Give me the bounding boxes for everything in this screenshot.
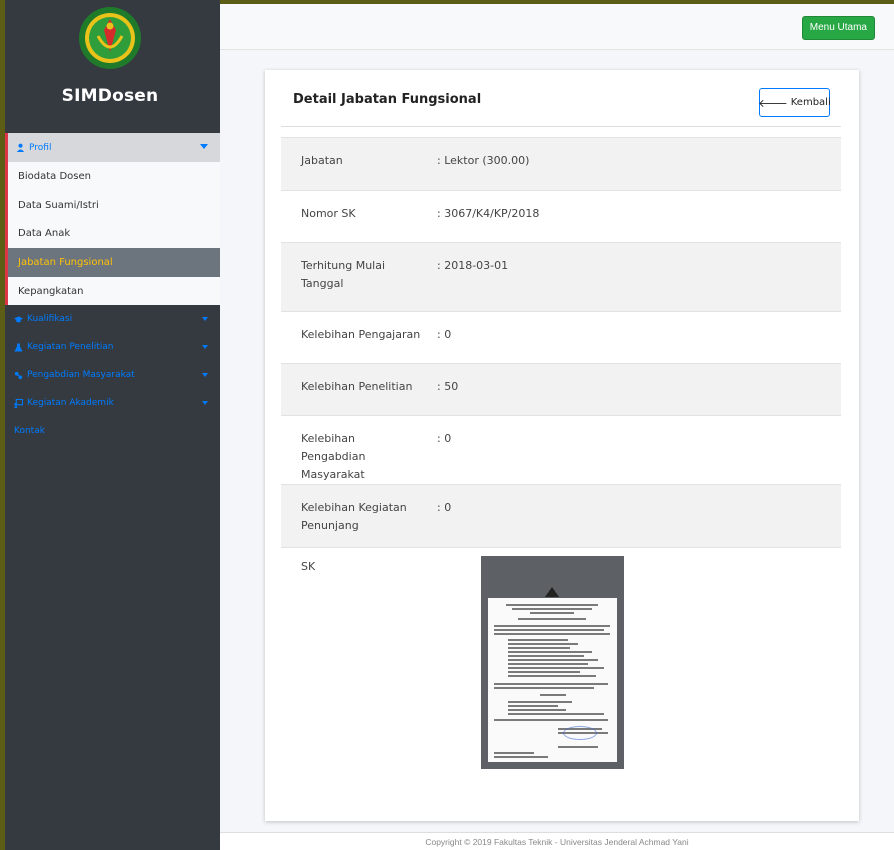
university-logo: [79, 7, 141, 69]
menu-utama-button[interactable]: Menu Utama: [801, 16, 875, 40]
back-button-label: Kembali: [790, 97, 831, 108]
profil-submenu: Biodata Dosen Data Suami/Istri Data Anak…: [5, 162, 220, 306]
sidebar-item-kegiatan-akademik[interactable]: Kegiatan Akademik: [5, 389, 220, 417]
sk-document-image[interactable]: [481, 556, 624, 769]
sk-document-page: [488, 598, 617, 762]
sidebar-item-label: Profil: [29, 142, 52, 153]
divider: [281, 126, 841, 127]
sidebar-item-label: Kontak: [14, 426, 45, 437]
chevron-down-icon: [200, 144, 208, 149]
document-logo-icon: [545, 587, 559, 597]
brand-name: SIMDosen: [61, 86, 159, 106]
row-label: Kelebihan Penelitian: [301, 380, 413, 393]
row-label: Kelebihan Pengabdian Masyarakat: [301, 432, 366, 481]
sidebar-item-kepangkatan[interactable]: Kepangkatan: [8, 277, 220, 306]
sidebar-item-kontak[interactable]: Kontak: [5, 417, 220, 445]
row-value: : Lektor (300.00): [437, 154, 530, 167]
row-value: : 50: [437, 380, 459, 393]
user-icon: [16, 143, 25, 152]
sidebar-item-kualifikasi[interactable]: Kualifikasi: [5, 305, 220, 333]
graduation-cap-icon: [14, 316, 23, 323]
sidebar-item-label: Kualifikasi: [27, 314, 73, 325]
detail-row-terhitung-mulai: Terhitung Mulai Tanggal : 2018-03-01: [281, 242, 841, 311]
row-value: : 0: [437, 432, 452, 445]
back-button[interactable]: 🡐 Kembali: [758, 88, 831, 117]
sidebar-item-profil[interactable]: Profil: [5, 133, 220, 162]
chalkboard-icon: [14, 398, 23, 408]
top-navbar: Menu Utama: [220, 0, 894, 50]
row-label: Nomor SK: [301, 207, 356, 220]
row-value: : 0: [437, 501, 452, 514]
sidebar-item-jabatan-fungsional[interactable]: Jabatan Fungsional: [8, 248, 220, 277]
detail-row-kelebihan-penunjang: Kelebihan Kegiatan Penunjang : 0: [281, 484, 841, 547]
sidebar-item-data-suami-istri[interactable]: Data Suami/Istri: [8, 191, 220, 220]
row-value: : 0: [437, 328, 452, 341]
flask-icon: [14, 343, 23, 352]
brand: SIMDosen: [0, 0, 220, 131]
row-label: SK: [301, 560, 316, 573]
handshake-icon: [14, 371, 23, 380]
detail-row-nomor-sk: Nomor SK : 3067/K4/KP/2018: [281, 190, 841, 242]
detail-row-jabatan: Jabatan : Lektor (300.00): [281, 137, 841, 190]
page-title: Detail Jabatan Fungsional: [293, 92, 482, 107]
sidebar-item-label: Kegiatan Penelitian: [27, 342, 114, 353]
sidebar: SIMDosen Profil Biodata Dosen Data Suami…: [0, 0, 220, 850]
sidebar-item-label: Kegiatan Akademik: [27, 398, 114, 409]
arrow-left-icon: 🡐: [758, 96, 788, 110]
chevron-down-icon: [202, 345, 208, 350]
row-label: Jabatan: [301, 154, 343, 167]
detail-row-kelebihan-penelitian: Kelebihan Penelitian : 50: [281, 363, 841, 415]
sidebar-nav: Profil Biodata Dosen Data Suami/Istri Da…: [5, 133, 220, 445]
sidebar-item-kegiatan-penelitian[interactable]: Kegiatan Penelitian: [5, 333, 220, 361]
detail-card: Detail Jabatan Fungsional 🡐 Kembali Jaba…: [265, 70, 859, 821]
sidebar-item-biodata-dosen[interactable]: Biodata Dosen: [8, 162, 220, 191]
sidebar-item-label: Pengabdian Masyarakat: [27, 370, 135, 381]
chevron-down-icon: [202, 317, 208, 322]
chevron-down-icon: [202, 373, 208, 378]
row-label: Terhitung Mulai Tanggal: [301, 259, 386, 290]
footer: Copyright © 2019 Fakultas Teknik - Unive…: [220, 832, 894, 850]
detail-row-kelebihan-pengajaran: Kelebihan Pengajaran : 0: [281, 311, 841, 363]
row-value: : 2018-03-01: [437, 259, 509, 272]
sidebar-item-pengabdian-masyarakat[interactable]: Pengabdian Masyarakat: [5, 361, 220, 389]
sidebar-menu: Kualifikasi Kegiatan Penelitian Pengabdi…: [5, 305, 220, 445]
chevron-down-icon: [202, 401, 208, 406]
row-label: Kelebihan Pengajaran: [301, 328, 421, 341]
sidebar-item-data-anak[interactable]: Data Anak: [8, 219, 220, 248]
detail-row-kelebihan-pengabdian: Kelebihan Pengabdian Masyarakat : 0: [281, 415, 841, 484]
row-label: Kelebihan Kegiatan Penunjang: [301, 501, 407, 532]
row-value: : 3067/K4/KP/2018: [437, 207, 540, 220]
